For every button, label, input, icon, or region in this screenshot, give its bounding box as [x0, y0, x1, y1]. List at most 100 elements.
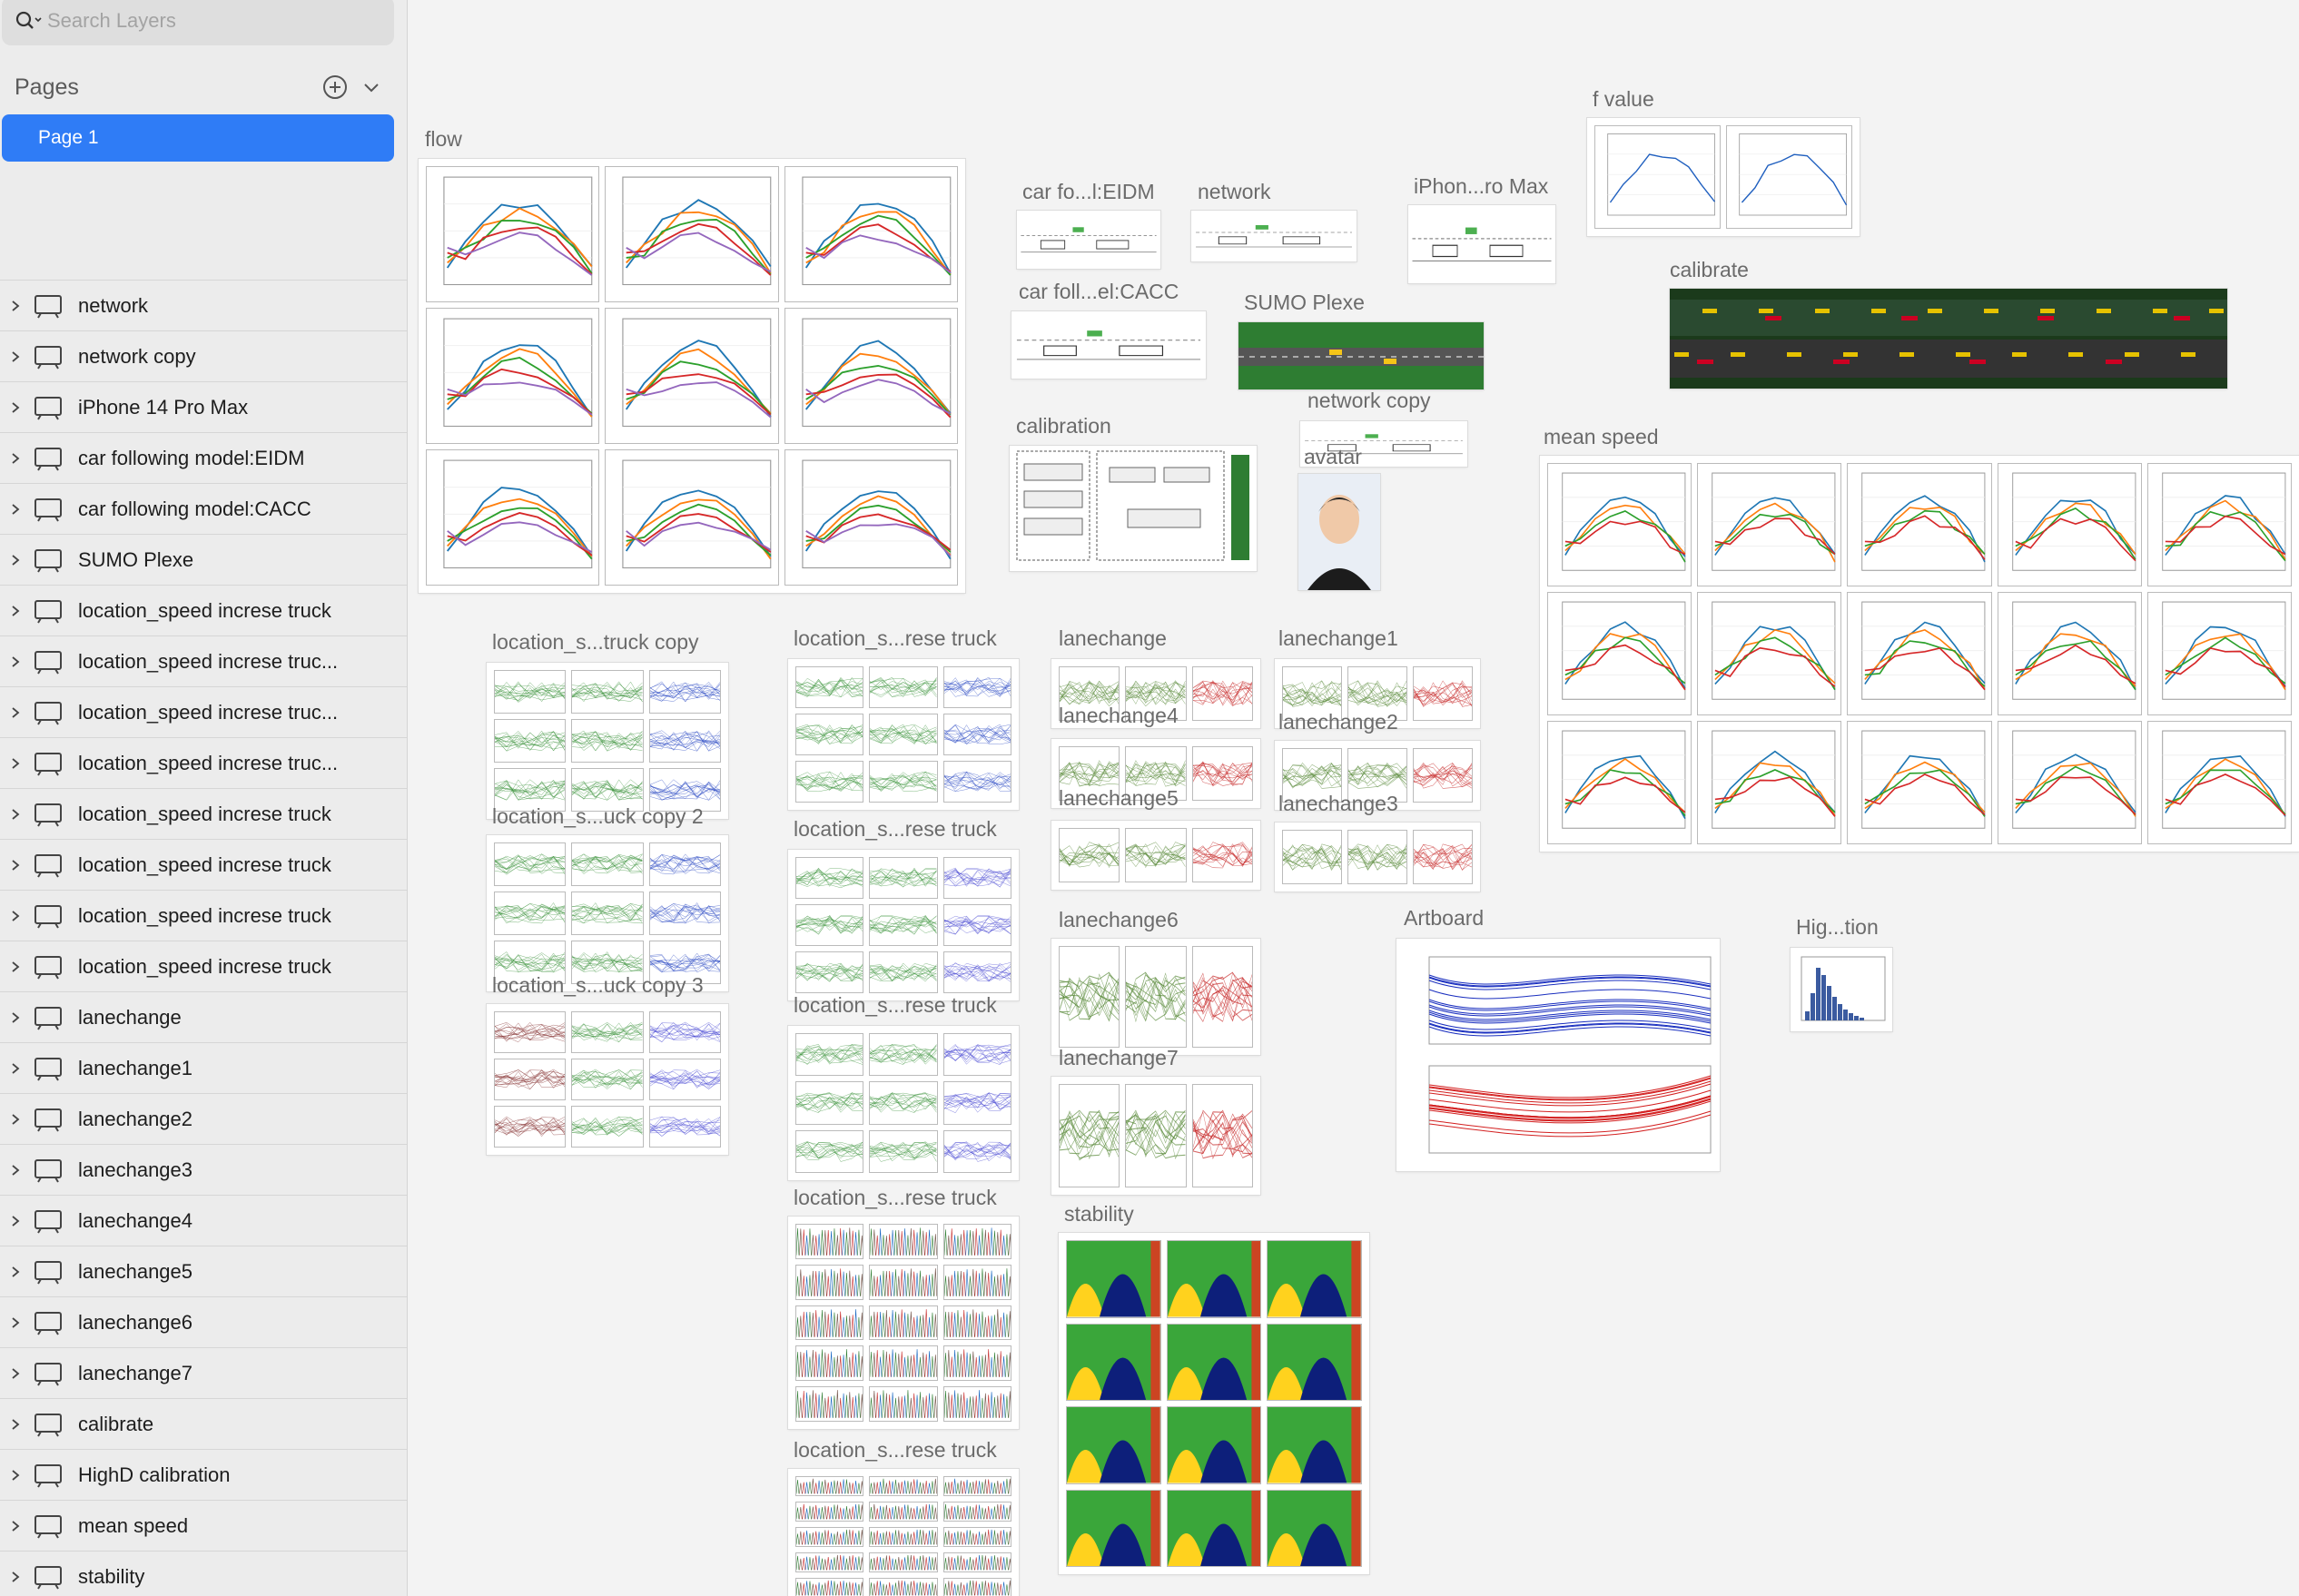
- add-page-icon[interactable]: [320, 72, 350, 103]
- artboard-label[interactable]: lanechange: [1059, 626, 1167, 651]
- layer-row[interactable]: location_speed increse truck: [0, 941, 407, 991]
- artboard-label[interactable]: mean speed: [1544, 425, 1659, 449]
- layer-row[interactable]: location_speed increse truc...: [0, 737, 407, 788]
- layer-row[interactable]: network copy: [0, 330, 407, 381]
- artboard[interactable]: [1017, 211, 1160, 269]
- artboard-label[interactable]: lanechange6: [1059, 908, 1179, 932]
- chevron-right-icon[interactable]: [9, 452, 22, 465]
- artboard-label[interactable]: flow: [425, 127, 462, 152]
- artboard[interactable]: [487, 663, 728, 819]
- chevron-right-icon[interactable]: [9, 808, 22, 821]
- artboard[interactable]: [1010, 446, 1257, 571]
- chevron-right-icon[interactable]: [9, 503, 22, 516]
- search-icon[interactable]: [13, 7, 45, 34]
- artboard-label[interactable]: location_s...rese truck: [794, 626, 997, 651]
- layer-row[interactable]: lanechange4: [0, 1195, 407, 1246]
- artboard[interactable]: [487, 1004, 728, 1155]
- chevron-right-icon[interactable]: [9, 859, 22, 872]
- artboard[interactable]: [1051, 821, 1260, 890]
- layer-row[interactable]: mean speed: [0, 1500, 407, 1551]
- chevron-right-icon[interactable]: [9, 655, 22, 668]
- chevron-right-icon[interactable]: [9, 1469, 22, 1482]
- artboard[interactable]: [1298, 474, 1380, 590]
- artboard-label[interactable]: lanechange7: [1059, 1046, 1179, 1070]
- artboard[interactable]: [1587, 118, 1860, 236]
- chevron-right-icon[interactable]: [9, 554, 22, 566]
- artboard-label[interactable]: location_s...uck copy 2: [492, 804, 704, 829]
- chevron-right-icon[interactable]: [9, 757, 22, 770]
- artboard-label[interactable]: avatar: [1304, 445, 1362, 469]
- artboard-label[interactable]: location_s...truck copy: [492, 630, 699, 655]
- layer-row[interactable]: location_speed increse truc...: [0, 686, 407, 737]
- artboard-label[interactable]: SUMO Plexe: [1244, 291, 1365, 315]
- chevron-right-icon[interactable]: [9, 401, 22, 414]
- chevron-right-icon[interactable]: [9, 1571, 22, 1583]
- layer-row[interactable]: car following model:EIDM: [0, 432, 407, 483]
- chevron-right-icon[interactable]: [9, 1316, 22, 1329]
- artboard-label[interactable]: lanechange4: [1059, 704, 1179, 728]
- chevron-right-icon[interactable]: [9, 910, 22, 922]
- artboard[interactable]: [788, 1469, 1019, 1596]
- page-item-page-1[interactable]: Page 1: [2, 114, 394, 162]
- artboard-label[interactable]: lanechange1: [1278, 626, 1398, 651]
- artboard[interactable]: [1396, 939, 1720, 1171]
- artboard-label[interactable]: iPhon...ro Max: [1414, 174, 1548, 199]
- search-layers-field[interactable]: [2, 0, 394, 45]
- artboard[interactable]: [1051, 1077, 1260, 1195]
- layer-row[interactable]: location_speed increse truck: [0, 788, 407, 839]
- chevron-down-icon[interactable]: [356, 72, 387, 103]
- chevron-right-icon[interactable]: [9, 1215, 22, 1227]
- artboard[interactable]: [1059, 1233, 1369, 1574]
- layer-row[interactable]: location_speed increse truck: [0, 585, 407, 635]
- chevron-right-icon[interactable]: [9, 300, 22, 312]
- artboard[interactable]: [419, 159, 965, 593]
- artboard[interactable]: [1011, 311, 1206, 379]
- artboard-label[interactable]: car fo...l:EIDM: [1022, 180, 1155, 204]
- layer-row[interactable]: lanechange5: [0, 1246, 407, 1296]
- artboard[interactable]: [487, 835, 728, 991]
- layer-row[interactable]: stability: [0, 1551, 407, 1596]
- artboard[interactable]: [788, 1217, 1019, 1429]
- chevron-right-icon[interactable]: [9, 1062, 22, 1075]
- chevron-right-icon[interactable]: [9, 1011, 22, 1024]
- design-canvas[interactable]: flow car fo...l:EIDM network iPhon...ro Max…: [408, 0, 2299, 1596]
- layer-row[interactable]: iPhone 14 Pro Max: [0, 381, 407, 432]
- artboard-label[interactable]: location_s...rese truck: [794, 1438, 997, 1463]
- artboard-label[interactable]: car foll...el:CACC: [1019, 280, 1179, 304]
- layer-row[interactable]: location_speed increse truck: [0, 839, 407, 890]
- layer-row[interactable]: HighD calibration: [0, 1449, 407, 1500]
- artboard[interactable]: [1051, 939, 1260, 1055]
- artboard-label[interactable]: f value: [1593, 87, 1654, 112]
- layer-row[interactable]: car following model:CACC: [0, 483, 407, 534]
- artboard-label[interactable]: location_s...rese truck: [794, 1186, 997, 1210]
- layer-row[interactable]: lanechange3: [0, 1144, 407, 1195]
- artboard[interactable]: [788, 1026, 1019, 1180]
- artboard[interactable]: [1408, 205, 1555, 283]
- chevron-right-icon[interactable]: [9, 1113, 22, 1126]
- artboard-label[interactable]: stability: [1064, 1202, 1134, 1227]
- chevron-right-icon[interactable]: [9, 706, 22, 719]
- artboard[interactable]: [1191, 211, 1357, 261]
- artboard[interactable]: [1540, 456, 2299, 852]
- artboard-label[interactable]: location_s...uck copy 3: [492, 973, 704, 998]
- artboard[interactable]: [1275, 823, 1480, 892]
- artboard-label[interactable]: network copy: [1307, 389, 1431, 413]
- artboard-label[interactable]: lanechange2: [1278, 710, 1398, 734]
- chevron-right-icon[interactable]: [9, 1164, 22, 1177]
- artboard[interactable]: [1791, 948, 1892, 1031]
- chevron-right-icon[interactable]: [9, 1266, 22, 1278]
- layer-row[interactable]: network: [0, 280, 407, 330]
- layer-row[interactable]: lanechange6: [0, 1296, 407, 1347]
- artboard-label[interactable]: network: [1198, 180, 1271, 204]
- artboard-label[interactable]: location_s...rese truck: [794, 993, 997, 1018]
- artboard-label[interactable]: calibration: [1016, 414, 1111, 438]
- chevron-right-icon[interactable]: [9, 961, 22, 973]
- artboard-label[interactable]: Hig...tion: [1796, 915, 1879, 940]
- artboard[interactable]: [1238, 322, 1484, 389]
- chevron-right-icon[interactable]: [9, 350, 22, 363]
- artboard-label[interactable]: lanechange3: [1278, 792, 1398, 816]
- layer-row[interactable]: lanechange2: [0, 1093, 407, 1144]
- search-input[interactable]: [45, 8, 376, 34]
- artboard-label[interactable]: location_s...rese truck: [794, 817, 997, 842]
- layer-row[interactable]: location_speed increse truc...: [0, 635, 407, 686]
